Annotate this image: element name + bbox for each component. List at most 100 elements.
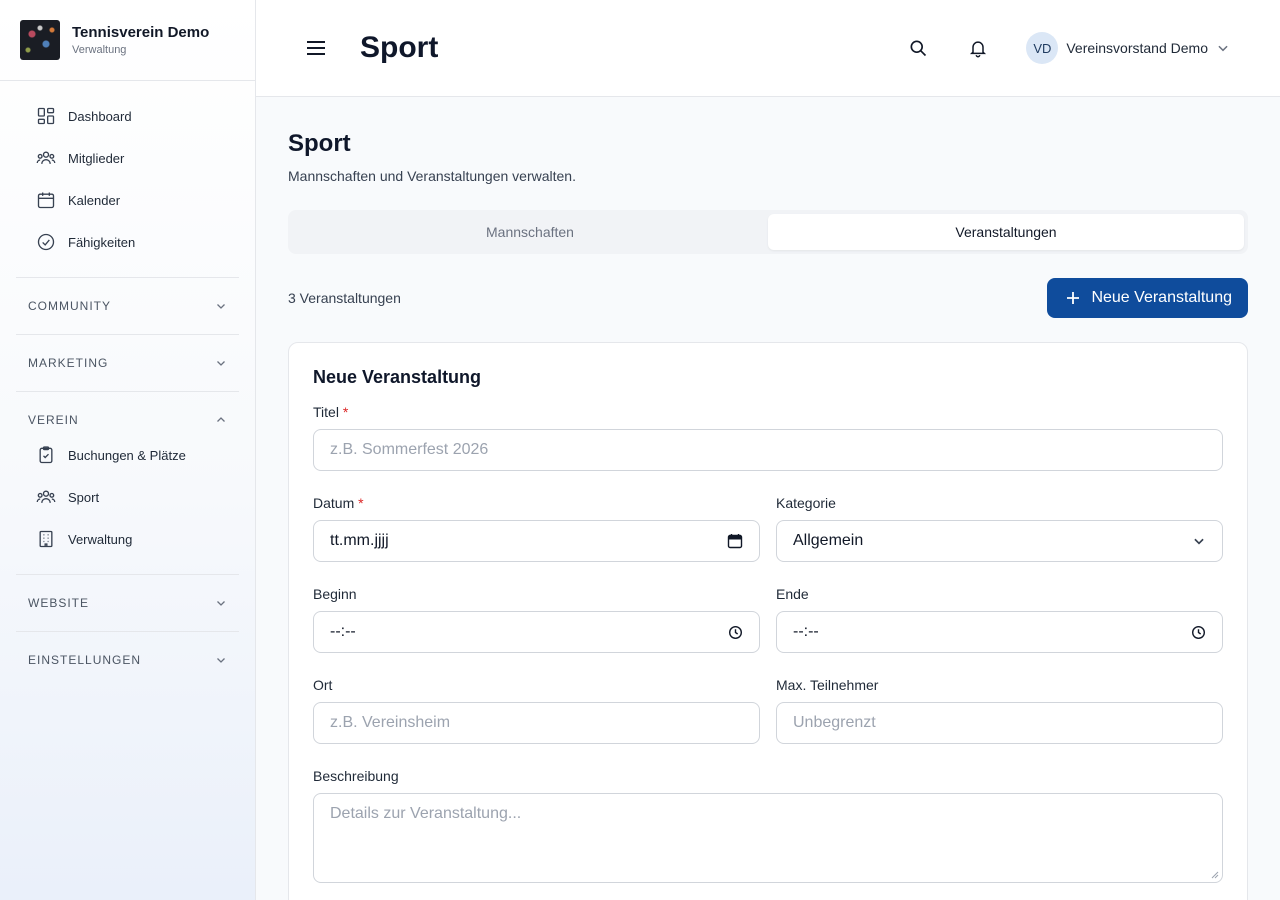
section-label: COMMUNITY bbox=[28, 299, 111, 313]
top-header: Sport VD Vereinsvorstand Demo bbox=[256, 0, 1280, 97]
clipboard-check-icon bbox=[39, 446, 53, 464]
brand[interactable]: Tennisverein Demo Verwaltung bbox=[0, 0, 255, 81]
field-ende: Ende --:-- bbox=[776, 586, 1223, 653]
divider bbox=[16, 391, 239, 392]
form-title: Neue Veranstaltung bbox=[313, 367, 482, 387]
calendar-picker-button[interactable] bbox=[727, 533, 743, 549]
building-icon bbox=[39, 530, 53, 548]
dashboard-icon bbox=[37, 107, 55, 125]
users-icon bbox=[36, 151, 56, 164]
max-teilnehmer-label: Max. Teilnehmer bbox=[776, 677, 879, 693]
beschreibung-placeholder: Details zur Veranstaltung... bbox=[330, 805, 522, 822]
field-datum: Datum * tt.mm.jjjj bbox=[313, 495, 760, 562]
chevron-down-icon bbox=[1218, 45, 1228, 52]
tab-mannschaften[interactable]: Mannschaften bbox=[292, 214, 768, 250]
bell-icon bbox=[970, 41, 987, 58]
sidebar-item-faehigkeiten[interactable]: Fähigkeiten bbox=[16, 221, 239, 263]
beschreibung-textarea[interactable]: Details zur Veranstaltung... bbox=[313, 793, 1223, 883]
chevron-down-icon bbox=[217, 658, 225, 663]
kategorie-select[interactable]: Allgemein bbox=[776, 520, 1223, 562]
sidebar-item-verwaltung[interactable]: Verwaltung bbox=[16, 518, 239, 560]
field-ort: Ort z.B. Vereinsheim bbox=[313, 677, 760, 744]
datum-value: tt.mm.jjjj bbox=[330, 532, 389, 549]
clock-icon bbox=[728, 625, 743, 639]
section-verein[interactable]: VEREIN bbox=[16, 406, 239, 434]
new-event-button-label: Neue Veranstaltung bbox=[1091, 289, 1232, 306]
search-button[interactable] bbox=[906, 36, 930, 60]
kategorie-label: Kategorie bbox=[776, 495, 836, 511]
titel-input[interactable]: z.B. Sommerfest 2026 bbox=[313, 429, 1223, 471]
notifications-button[interactable] bbox=[966, 36, 990, 60]
sidebar-item-label: Kalender bbox=[68, 192, 121, 208]
sidebar-item-kalender[interactable]: Kalender bbox=[16, 179, 239, 221]
calendar-icon bbox=[37, 192, 55, 209]
titel-label-text: Titel bbox=[313, 404, 339, 420]
time-picker-button[interactable] bbox=[1191, 625, 1206, 640]
chevron-down-icon bbox=[217, 601, 225, 606]
datum-input[interactable]: tt.mm.jjjj bbox=[313, 520, 760, 562]
section-label: EINSTELLUNGEN bbox=[28, 653, 142, 667]
required-marker: * bbox=[342, 404, 349, 420]
brand-subtitle: Verwaltung bbox=[72, 44, 127, 56]
beginn-input[interactable]: --:-- bbox=[313, 611, 760, 653]
chevron-up-icon bbox=[217, 417, 225, 422]
row-beginn-ende: Beginn --:-- Ende --:-- bbox=[313, 586, 1223, 653]
tab-veranstaltungen[interactable]: Veranstaltungen bbox=[768, 214, 1244, 250]
tab-bar: Mannschaften Veranstaltungen bbox=[288, 210, 1248, 254]
check-circle-icon bbox=[37, 233, 55, 251]
chevron-down-icon bbox=[217, 361, 225, 366]
section-website[interactable]: WEBSITE bbox=[16, 589, 239, 617]
clock-icon bbox=[1191, 625, 1206, 639]
max-teilnehmer-input[interactable]: Unbegrenzt bbox=[776, 702, 1223, 744]
section-einstellungen[interactable]: EINSTELLUNGEN bbox=[16, 646, 239, 674]
beginn-label: Beginn bbox=[313, 586, 357, 602]
ende-label: Ende bbox=[776, 586, 809, 602]
user-name: Vereinsvorstand Demo bbox=[1066, 40, 1208, 56]
header-actions: VD Vereinsvorstand Demo bbox=[906, 32, 1230, 64]
divider bbox=[16, 574, 239, 575]
plus-icon bbox=[1067, 292, 1080, 304]
user-menu[interactable]: VD Vereinsvorstand Demo bbox=[1026, 32, 1230, 64]
field-max-teilnehmer: Max. Teilnehmer Unbegrenzt bbox=[776, 677, 1223, 744]
sidebar: Tennisverein Demo Verwaltung Dashboard M… bbox=[0, 0, 256, 900]
users-icon bbox=[36, 490, 56, 503]
sidebar-item-mitglieder[interactable]: Mitglieder bbox=[16, 137, 239, 179]
menu-icon bbox=[307, 41, 325, 55]
calendar-icon bbox=[727, 534, 743, 549]
header-title: Sport bbox=[360, 31, 439, 64]
beginn-value: --:-- bbox=[330, 623, 356, 640]
section-community[interactable]: COMMUNITY bbox=[16, 292, 239, 320]
chevron-down-icon bbox=[217, 304, 225, 309]
section-label: WEBSITE bbox=[28, 596, 90, 610]
avatar: VD bbox=[1026, 32, 1059, 64]
list-toolbar: 3 Veranstaltungen Neue Veranstaltung bbox=[288, 278, 1248, 318]
ort-input[interactable]: z.B. Vereinsheim bbox=[313, 702, 760, 744]
row-ort-max: Ort z.B. Vereinsheim Max. Teilnehmer Unb… bbox=[313, 677, 1223, 744]
brand-text: Tennisverein Demo Verwaltung bbox=[72, 24, 209, 56]
search-icon bbox=[910, 40, 927, 57]
sidebar-item-dashboard[interactable]: Dashboard bbox=[16, 95, 239, 137]
new-event-form: Neue Veranstaltung Titel * z.B. Sommerfe… bbox=[288, 342, 1248, 900]
row-datum-kategorie: Datum * tt.mm.jjjj Kategorie Allgemein bbox=[313, 495, 1223, 562]
sidebar-item-label: Verwaltung bbox=[68, 531, 133, 547]
ende-value: --:-- bbox=[793, 623, 819, 640]
sidebar-item-buchungen[interactable]: Buchungen & Plätze bbox=[16, 434, 239, 476]
page-subtitle: Mannschaften und Veranstaltungen verwalt… bbox=[288, 168, 576, 184]
select-arrow bbox=[1192, 534, 1206, 548]
menu-button[interactable] bbox=[304, 36, 328, 60]
sidebar-item-label: Dashboard bbox=[68, 108, 132, 124]
ort-label: Ort bbox=[313, 677, 333, 693]
page-title: Sport bbox=[288, 130, 351, 157]
main-content: Sport Mannschaften und Veranstaltungen v… bbox=[288, 130, 1248, 900]
new-event-button[interactable]: Neue Veranstaltung bbox=[1047, 278, 1248, 318]
titel-label: Titel * bbox=[313, 404, 1223, 420]
event-count: 3 Veranstaltungen bbox=[288, 290, 401, 306]
time-picker-button[interactable] bbox=[728, 625, 743, 640]
section-marketing[interactable]: MARKETING bbox=[16, 349, 239, 377]
resize-handle-icon[interactable] bbox=[1211, 871, 1219, 879]
ende-input[interactable]: --:-- bbox=[776, 611, 1223, 653]
required-marker: * bbox=[358, 495, 364, 511]
sidebar-item-sport[interactable]: Sport bbox=[16, 476, 239, 518]
datum-label: Datum * bbox=[313, 495, 760, 511]
club-logo bbox=[20, 20, 60, 60]
